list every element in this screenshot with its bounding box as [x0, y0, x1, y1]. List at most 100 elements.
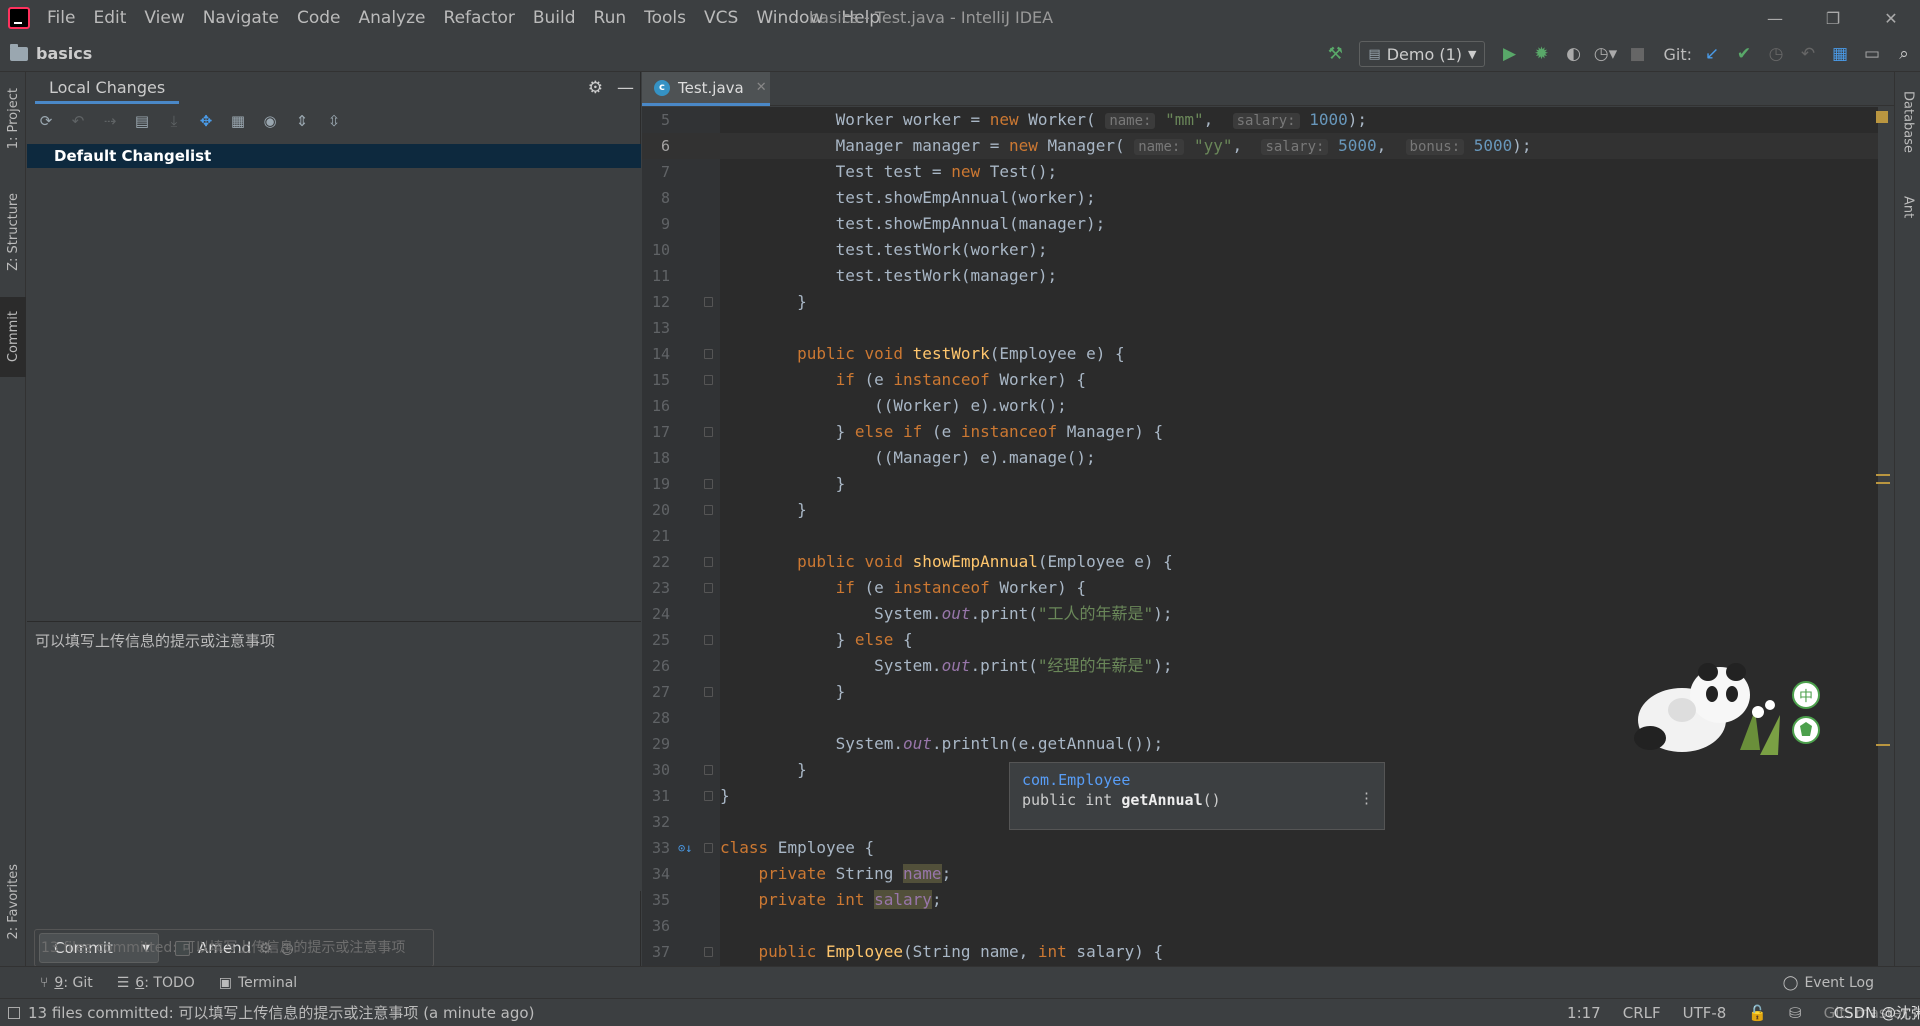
menu-analyze[interactable]: Analyze	[350, 0, 435, 36]
tab-terminal[interactable]: ▣ Terminal	[219, 975, 297, 991]
popup-class-name[interactable]: com.Employee	[1022, 771, 1372, 789]
memory-icon[interactable]: ⛁	[1789, 1004, 1802, 1022]
rollback-icon[interactable]: ↶	[69, 112, 87, 130]
menu-build[interactable]: Build	[524, 0, 585, 36]
amend-checkbox[interactable]: Amend ⚙ ◷	[175, 939, 294, 957]
git-history-icon[interactable]: ◷	[1760, 36, 1792, 72]
fold-icon[interactable]	[704, 635, 713, 645]
warning-indicator-icon[interactable]	[1876, 111, 1888, 123]
menu-view[interactable]: View	[135, 0, 193, 36]
structure-tool-tab[interactable]: Z: Structure	[0, 182, 26, 282]
warning-marker[interactable]	[1876, 474, 1890, 476]
line-separator[interactable]: CRLF	[1623, 1004, 1661, 1022]
hide-panel-icon[interactable]: —	[617, 78, 634, 98]
menu-vcs[interactable]: VCS	[695, 0, 747, 36]
error-stripe	[1872, 107, 1892, 966]
lock-icon[interactable]: 🔓	[1748, 1004, 1767, 1022]
restore-icon[interactable]: ❐	[1804, 0, 1862, 36]
commit-button[interactable]: Commit ▼	[39, 933, 159, 963]
menu-run[interactable]: Run	[585, 0, 636, 36]
code-line: 24 System.out.print("工人的年薪是");	[642, 601, 1878, 627]
build-hammer-icon[interactable]: ⚒	[1319, 36, 1351, 72]
group-by-icon[interactable]: ▦	[229, 112, 247, 130]
default-changelist[interactable]: Default Changelist	[27, 144, 641, 168]
git-commit-icon[interactable]: ✔	[1728, 36, 1760, 72]
tab-test-java[interactable]: c Test.java ✕	[642, 72, 770, 106]
commit-message-area[interactable]: 可以填写上传信息的提示或注意事项	[27, 621, 641, 891]
event-log-button[interactable]: ◯ Event Log	[1783, 967, 1874, 999]
more-options-icon[interactable]: ⋮	[1359, 789, 1374, 807]
project-tool-tab[interactable]: 1: Project	[0, 78, 26, 160]
fold-icon[interactable]	[704, 505, 713, 515]
warning-marker[interactable]	[1876, 744, 1890, 746]
code-editor[interactable]: 5 Worker worker = new Worker( name: "mm"…	[642, 107, 1878, 966]
expand-diff-icon[interactable]: ✥	[197, 112, 215, 130]
structure-tool-label: Z: Structure	[5, 193, 21, 271]
stop-icon[interactable]: ■	[1621, 36, 1653, 72]
popup-signature-suffix: ()	[1202, 791, 1221, 809]
menu-refactor[interactable]: Refactor	[435, 0, 524, 36]
close-window-icon[interactable]: ✕	[1862, 0, 1920, 36]
chevron-down-icon[interactable]: ▼	[142, 943, 150, 954]
debug-icon[interactable]: ✹	[1525, 36, 1557, 72]
fold-icon[interactable]	[704, 791, 713, 801]
git-update-icon[interactable]: ↙	[1696, 36, 1728, 72]
diff-icon[interactable]: ▤	[133, 112, 151, 130]
fold-icon[interactable]	[704, 843, 713, 853]
minimize-icon[interactable]: —	[1746, 0, 1804, 36]
git-branch-widget[interactable]: Git: master CSDN @沈粥粥	[1824, 1004, 1920, 1022]
quick-doc-popup[interactable]: com.Employee public int getAnnual() ⋮	[1009, 762, 1385, 830]
toggle-tool-windows-icon[interactable]	[8, 1006, 20, 1019]
fold-icon[interactable]	[704, 375, 713, 385]
run-icon[interactable]: ▶	[1493, 36, 1525, 72]
ant-tool-tab[interactable]: Ant	[1895, 182, 1920, 232]
view-options-icon[interactable]: ◉	[261, 112, 279, 130]
fold-icon[interactable]	[704, 349, 713, 359]
git-rollback-icon[interactable]: ↶	[1792, 36, 1824, 72]
fold-icon[interactable]	[704, 297, 713, 307]
file-encoding[interactable]: UTF-8	[1683, 1004, 1727, 1022]
fold-icon[interactable]	[704, 947, 713, 957]
menu-edit[interactable]: Edit	[84, 0, 135, 36]
presentation-icon[interactable]: ▭	[1856, 36, 1888, 72]
tab-git[interactable]: ⑂ 9: Git	[40, 975, 93, 991]
implemented-icon[interactable]: ⊙↓	[678, 835, 692, 861]
fold-icon[interactable]	[704, 687, 713, 697]
status-message[interactable]: 13 files committed: 可以填写上传信息的提示或注意事项 (a …	[8, 1002, 534, 1023]
database-tool-tab[interactable]: Database	[1895, 82, 1920, 162]
menu-tools[interactable]: Tools	[635, 0, 695, 36]
project-structure-icon[interactable]: ▦	[1824, 36, 1856, 72]
coverage-icon[interactable]: ◐	[1557, 36, 1589, 72]
run-config-select[interactable]: ▤ Demo (1) ▼	[1359, 41, 1486, 67]
right-tool-stripe: Database Ant	[1894, 72, 1920, 966]
commit-history-icon[interactable]: ◷	[281, 939, 294, 957]
caret-position[interactable]: 1:17	[1567, 1004, 1601, 1022]
menu-code[interactable]: Code	[288, 0, 350, 36]
line-number: 20	[651, 501, 670, 519]
favorites-tool-tab[interactable]: 2: Favorites	[0, 852, 26, 952]
menu-file[interactable]: File	[38, 0, 84, 36]
ant-tool-label: Ant	[1900, 195, 1916, 219]
tab-todo[interactable]: ☰ 6: TODO	[117, 975, 195, 991]
refresh-icon[interactable]: ⟳	[37, 112, 55, 130]
profile-icon[interactable]: ◷▾	[1589, 36, 1621, 72]
expand-all-icon[interactable]: ⇕	[293, 112, 311, 130]
fold-icon[interactable]	[704, 765, 713, 775]
commit-options-gear-icon[interactable]: ⚙	[259, 939, 272, 957]
menu-navigate[interactable]: Navigate	[194, 0, 288, 36]
amend-checkbox-box[interactable]	[175, 940, 190, 956]
gear-icon[interactable]: ⚙	[588, 78, 603, 98]
fold-icon[interactable]	[704, 557, 713, 567]
close-tab-icon[interactable]: ✕	[756, 80, 767, 95]
fold-icon[interactable]	[704, 479, 713, 489]
move-icon[interactable]: ⇢	[101, 112, 119, 130]
collapse-all-icon[interactable]: ⇳	[325, 112, 343, 130]
fold-icon[interactable]	[704, 427, 713, 437]
project-breadcrumb[interactable]: basics	[10, 43, 92, 63]
warning-marker[interactable]	[1876, 482, 1890, 484]
shelve-icon[interactable]: ⤓	[165, 112, 183, 130]
search-icon[interactable]: ⌕	[1888, 36, 1920, 72]
commit-tool-tab[interactable]: Commit	[0, 297, 26, 377]
tab-local-changes[interactable]: Local Changes	[35, 72, 180, 104]
fold-icon[interactable]	[704, 583, 713, 593]
